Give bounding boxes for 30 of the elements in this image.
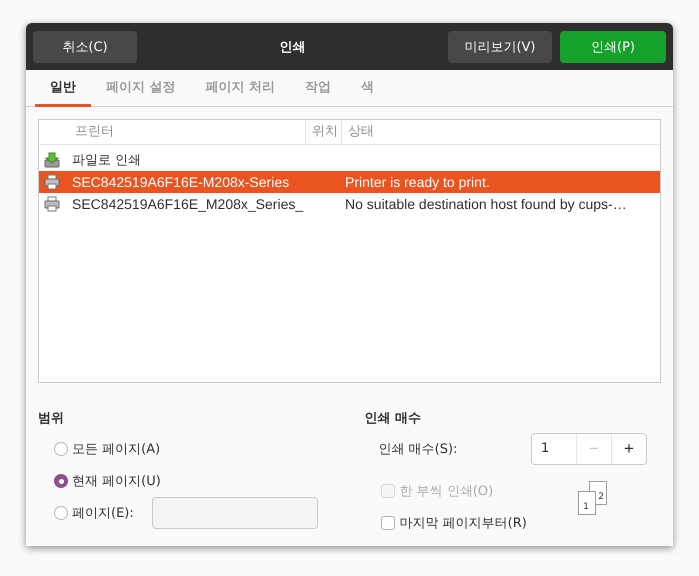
save-to-file-icon [44, 152, 60, 168]
printer-status: Printer is ready to print. [344, 174, 491, 190]
copies-label: 인쇄 매수(S): [378, 441, 458, 458]
copies-value[interactable]: 1 [532, 434, 576, 464]
page-thumbnail: 1 [578, 491, 596, 515]
printer-name: 파일로 인쇄 [71, 152, 142, 169]
printer-icon [44, 174, 60, 190]
preview-button[interactable]: 미리보기(V) [448, 30, 552, 62]
printer-row[interactable]: SEC842519A6F16E_M208x_Series_ No suitable destination host found by cups-… [39, 193, 660, 215]
printer-icon [44, 196, 60, 212]
radio-button[interactable] [54, 442, 68, 456]
printer-row[interactable]: SEC842519A6F16E-M208x-Series Printer is ready to print. [39, 171, 660, 193]
printer-name: SEC842519A6F16E_M208x_Series_ [71, 196, 304, 212]
printer-status: No suitable destination host found by cups-… [344, 196, 628, 212]
radio-label[interactable]: 현재 페이지(U) [72, 472, 161, 490]
checkbox-label[interactable]: 마지막 페이지부터(R) [400, 514, 527, 532]
dialog-title: 인쇄 [278, 38, 306, 56]
radio-button[interactable] [54, 506, 68, 520]
printer-name: SEC842519A6F16E-M208x-Series [71, 174, 290, 190]
section-title: 인쇄 매수 [364, 410, 422, 427]
increment-button[interactable]: + [611, 434, 646, 464]
tab[interactable]: 일반 [35, 70, 91, 107]
cancel-button[interactable]: 취소(C) [33, 30, 137, 62]
radio-label[interactable]: 모든 페이지(A) [72, 440, 160, 458]
radio-label[interactable]: 페이지(E): [72, 504, 134, 522]
radio-button[interactable] [54, 474, 68, 488]
section-title: 범위 [38, 410, 64, 427]
printer-row[interactable]: 파일로 인쇄 [39, 149, 660, 171]
checkbox[interactable] [380, 516, 394, 530]
page-range-field[interactable] [152, 497, 318, 529]
